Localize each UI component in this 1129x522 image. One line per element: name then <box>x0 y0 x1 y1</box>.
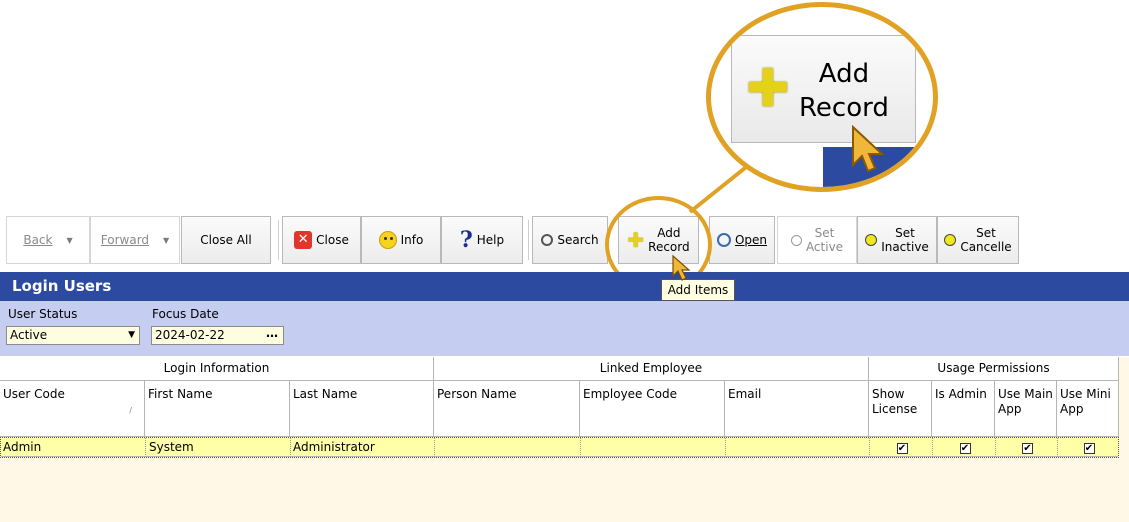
set-cancelled-label: Set Cancelle <box>960 226 1011 254</box>
set-cancelled-label-line2: Cancelle <box>960 240 1012 254</box>
cursor-icon <box>672 254 691 281</box>
cell-person-name[interactable] <box>435 438 581 457</box>
login-users-grid: Login Information Linked Employee Usage … <box>0 357 1129 522</box>
focus-date-field[interactable]: 2024-02-22 … <box>151 326 284 345</box>
ellipsis-icon[interactable]: … <box>266 325 278 342</box>
search-icon <box>541 234 554 246</box>
set-active-label-line1: Set <box>814 226 835 240</box>
close-icon: ✕ <box>294 231 313 249</box>
column-header-use-mini-app[interactable]: Use Mini App <box>1057 381 1119 437</box>
chevron-down-icon[interactable]: ▼ <box>66 236 72 245</box>
column-header-user-code[interactable]: User Code / <box>0 381 145 437</box>
open-label: Open <box>734 233 768 247</box>
close-all-button[interactable]: Close All <box>181 216 271 264</box>
chevron-down-icon[interactable]: ▼ <box>128 327 135 344</box>
user-status-label: User Status <box>8 307 78 321</box>
focus-date-label: Focus Date <box>152 307 219 321</box>
chevron-down-icon[interactable]: ▼ <box>163 236 169 245</box>
cell-last-name[interactable]: Administrator <box>291 438 435 457</box>
column-header-use-main-app[interactable]: Use Main App <box>995 381 1057 437</box>
column-header-employee-code[interactable]: Employee Code <box>580 381 725 437</box>
cell-user-code[interactable]: Admin <box>1 438 146 457</box>
column-header-label: User Code <box>3 387 65 401</box>
group-header-login-information: Login Information <box>0 357 434 381</box>
sort-indicator-icon: / <box>129 406 132 415</box>
cell-employee-code[interactable] <box>581 438 726 457</box>
open-icon <box>716 233 731 247</box>
help-button[interactable]: ? Help <box>441 216 523 264</box>
cell-first-name[interactable]: System <box>146 438 291 457</box>
set-inactive-label-line2: Inactive <box>881 240 929 254</box>
forward-label: Forward <box>100 233 150 247</box>
cell-use-mini-app: ✔ <box>1058 438 1118 457</box>
zoomed-add-record-label: Add Record <box>799 57 889 125</box>
user-status-value: Active <box>10 328 48 342</box>
set-inactive-label: Set Inactive <box>881 226 929 254</box>
open-button[interactable]: Open <box>709 216 775 264</box>
column-header-person-name[interactable]: Person Name <box>434 381 580 437</box>
column-header-email[interactable]: Email <box>725 381 869 437</box>
is-admin-checkbox[interactable]: ✔ <box>959 443 971 454</box>
cell-is-admin: ✔ <box>933 438 996 457</box>
info-button[interactable]: Info <box>361 216 441 264</box>
help-icon: ? <box>459 227 473 253</box>
zoomed-label-line2: Record <box>799 93 889 123</box>
help-label: Help <box>476 233 505 247</box>
use-mini-app-checkbox[interactable]: ✔ <box>1083 443 1095 454</box>
set-inactive-label-line1: Set <box>895 226 915 240</box>
status-circle-icon <box>790 234 802 246</box>
page-title: Login Users <box>0 272 1129 301</box>
column-header-is-admin[interactable]: Is Admin <box>932 381 995 437</box>
close-button[interactable]: ✕ Close <box>282 216 361 264</box>
column-header-last-name[interactable]: Last Name <box>290 381 434 437</box>
zoomed-cursor-icon <box>852 125 885 173</box>
set-cancelled-label-line1: Set <box>976 226 996 240</box>
group-header-linked-employee: Linked Employee <box>434 357 869 381</box>
toolbar-separator <box>528 220 529 260</box>
forward-button[interactable]: Forward ▼ <box>90 216 180 264</box>
column-header-show-license[interactable]: Show License <box>869 381 932 437</box>
search-label: Search <box>557 233 599 247</box>
set-active-button[interactable]: Set Active <box>777 216 857 264</box>
set-inactive-button[interactable]: Set Inactive <box>857 216 937 264</box>
zoomed-add-icon: ✚ <box>746 59 790 119</box>
use-main-app-checkbox[interactable]: ✔ <box>1022 443 1033 454</box>
status-circle-icon <box>865 234 878 246</box>
table-row[interactable]: Admin System Administrator ✔ ✔ ✔ ✔ <box>0 437 1119 458</box>
set-active-label: Set Active <box>806 226 843 254</box>
set-active-label-line2: Active <box>805 240 844 254</box>
status-circle-icon <box>944 234 957 246</box>
back-label: Back <box>23 233 53 247</box>
close-all-label: Close All <box>200 233 252 247</box>
cell-show-license: ✔ <box>870 438 933 457</box>
info-icon <box>378 231 397 249</box>
back-button[interactable]: Back ▼ <box>6 216 90 264</box>
search-button[interactable]: Search <box>532 216 608 264</box>
filter-bar: User Status Active ▼ Focus Date 2024-02-… <box>0 301 1129 356</box>
show-license-checkbox[interactable]: ✔ <box>896 443 908 454</box>
toolbar: Back ▼ Forward ▼ Close All ✕ Close Info … <box>0 216 1129 266</box>
group-header-usage-permissions: Usage Permissions <box>869 357 1119 381</box>
info-label: Info <box>400 233 424 247</box>
cell-email[interactable] <box>726 438 870 457</box>
zoomed-label-line1: Add <box>818 59 870 89</box>
cell-use-main-app: ✔ <box>996 438 1058 457</box>
toolbar-separator <box>278 220 279 260</box>
user-status-select[interactable]: Active ▼ <box>6 326 140 345</box>
focus-date-value: 2024-02-22 <box>155 328 225 342</box>
column-header-first-name[interactable]: First Name <box>145 381 290 437</box>
close-label: Close <box>316 233 349 247</box>
zoom-callout: ✚ Add Record <box>706 2 938 192</box>
set-cancelled-button[interactable]: Set Cancelle <box>937 216 1019 264</box>
